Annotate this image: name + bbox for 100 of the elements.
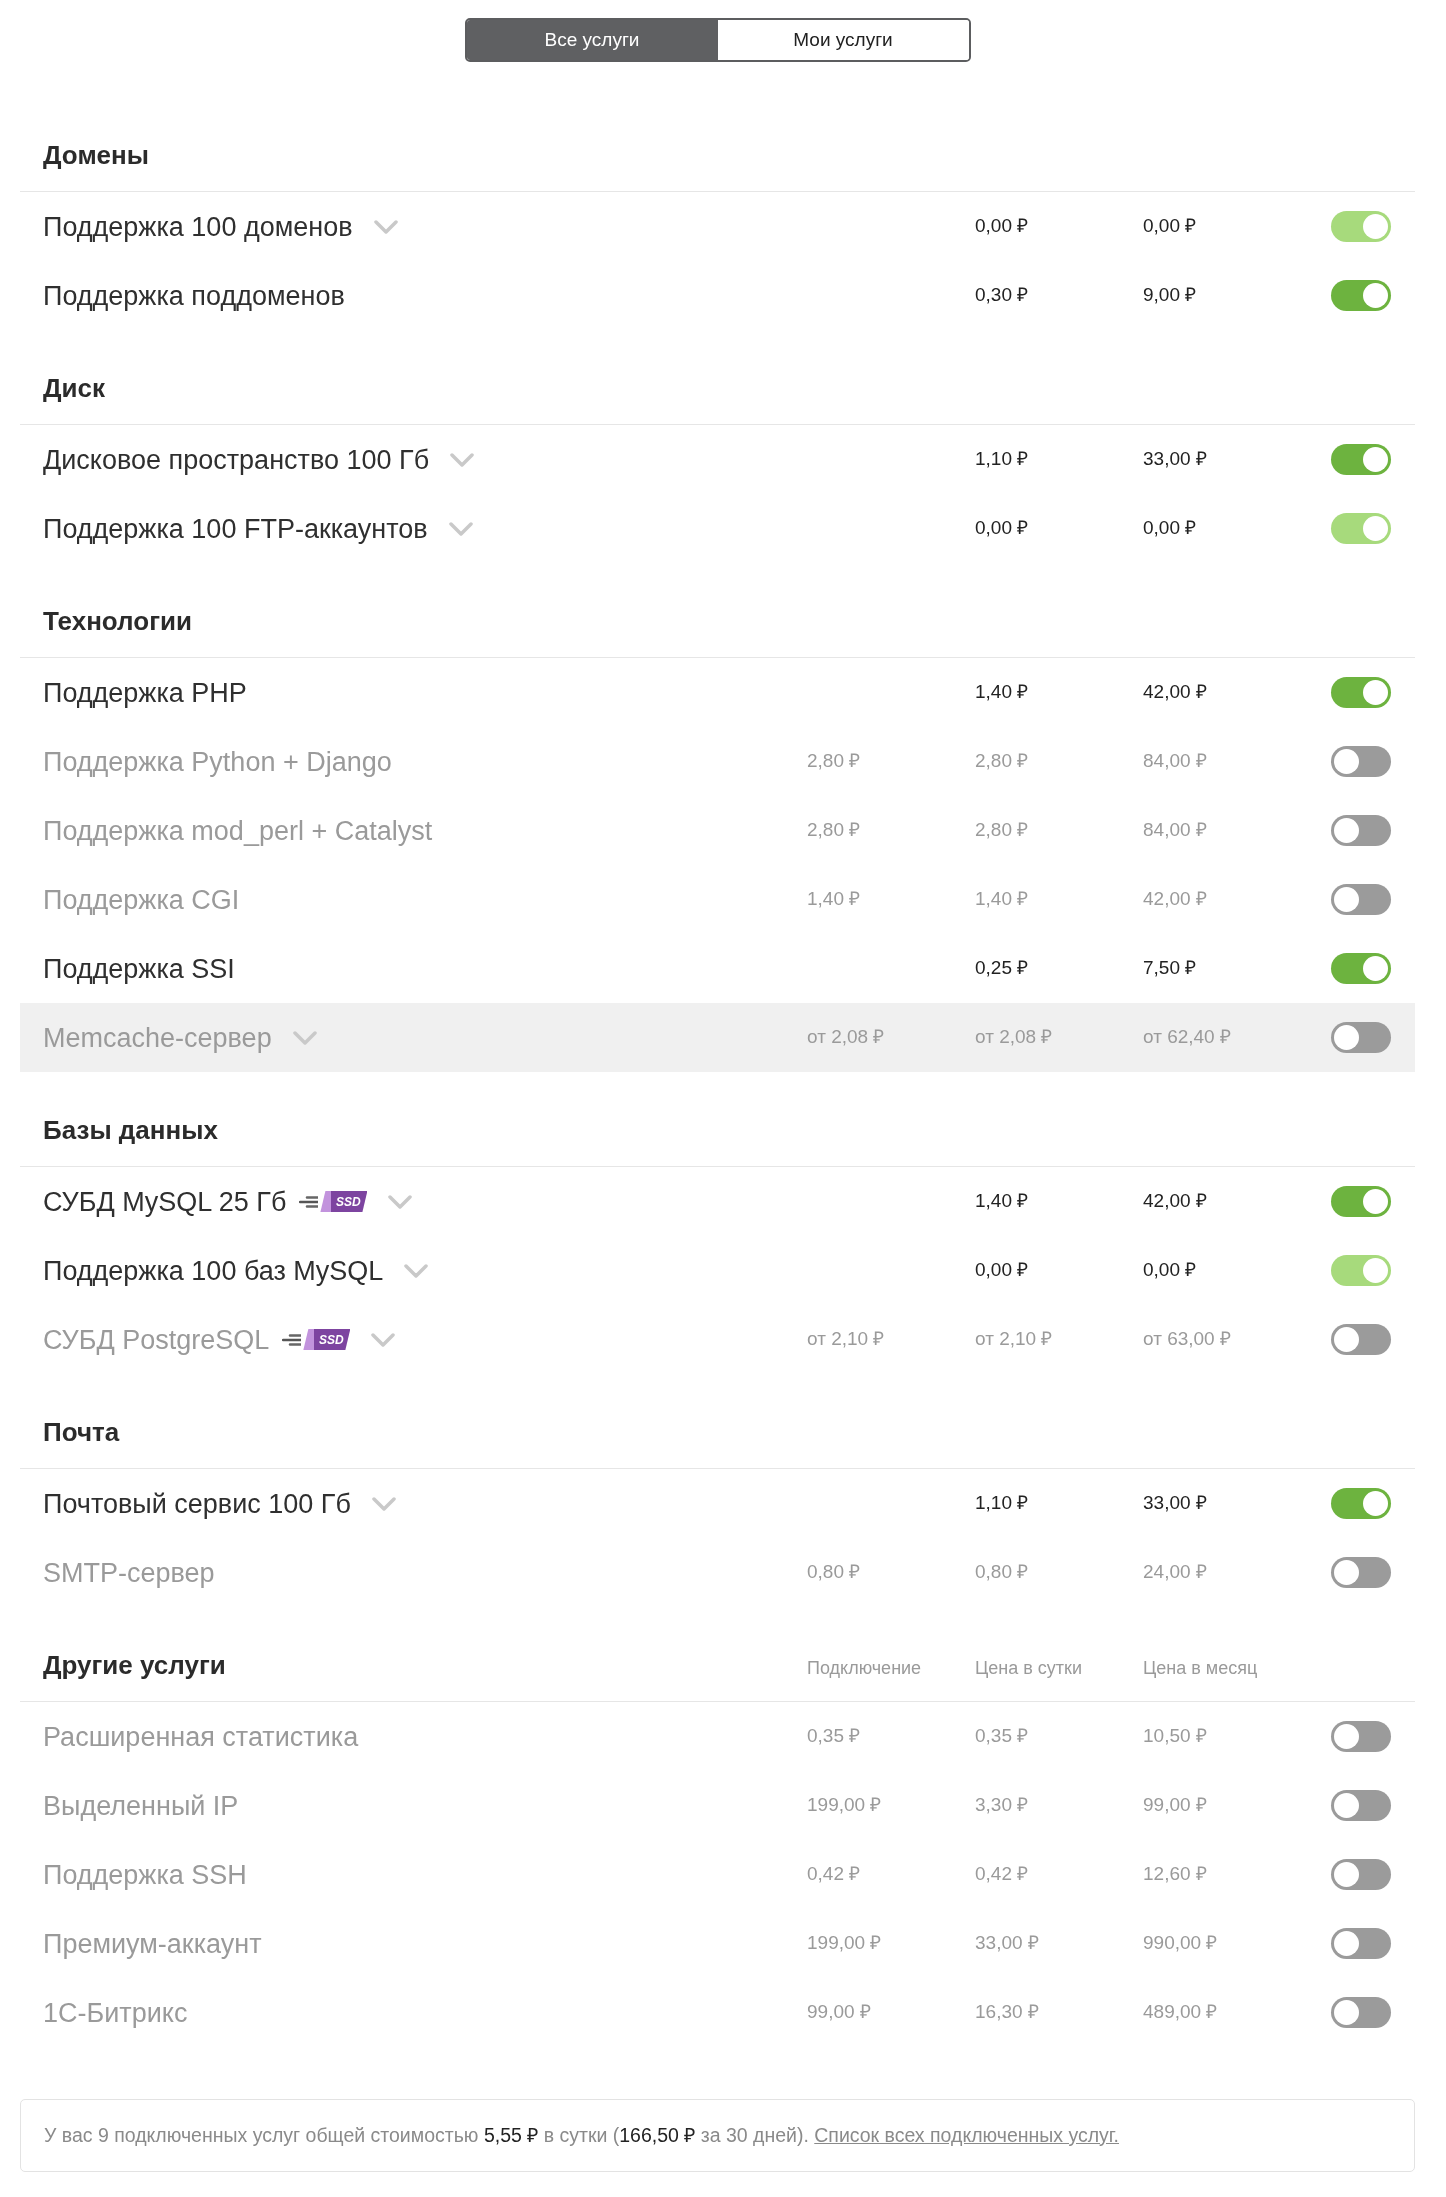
daily-price: 16,30 ₽ [975, 2001, 1039, 2023]
daily-price: 2,80 ₽ [975, 819, 1029, 841]
monthly-price: 0,00 ₽ [1143, 517, 1197, 539]
speed-lines-icon [282, 1333, 302, 1346]
connection-price: 1,40 ₽ [807, 888, 861, 910]
chevron-down-icon[interactable] [292, 1030, 317, 1045]
daily-price: 0,30 ₽ [975, 284, 1029, 306]
service-name: Поддержка PHP [43, 676, 247, 710]
toggle-switch[interactable] [1331, 884, 1391, 915]
service-name: SMTP-сервер [43, 1556, 215, 1590]
section-title: Почта [43, 1416, 120, 1448]
toggle-switch[interactable] [1331, 953, 1391, 984]
service-name: Выделенный IP [43, 1789, 239, 1823]
column-heading: Цена в сутки [975, 1657, 1082, 1680]
monthly-price: от 63,00 ₽ [1143, 1328, 1231, 1350]
service-name: 1С-Битрикс [43, 1996, 188, 2030]
daily-price: 0,25 ₽ [975, 957, 1029, 979]
toggle-switch[interactable] [1331, 1557, 1391, 1588]
service-name: Memcache-сервер [43, 1021, 272, 1055]
connection-price: от 2,10 ₽ [807, 1328, 885, 1350]
connection-price: 0,80 ₽ [807, 1561, 861, 1583]
monthly-price: 42,00 ₽ [1143, 1190, 1207, 1212]
summary-text: У вас 9 подключенных услуг общей стоимостью 5,55 ₽ в сутки (166,50 ₽ за 30 дней). Список всех подключенных услуг. [44, 2122, 1119, 2148]
monthly-price: 99,00 ₽ [1143, 1794, 1207, 1816]
tab[interactable]: Все услуги [466, 20, 718, 60]
speed-lines-icon [299, 1195, 319, 1208]
monthly-price: 7,50 ₽ [1143, 957, 1197, 979]
service-name: СУБД MySQL 25 Гб [43, 1185, 287, 1219]
connection-price: от 2,08 ₽ [807, 1026, 885, 1048]
column-heading: Подключение [807, 1657, 922, 1680]
section-title: Диск [43, 372, 105, 404]
daily-price: 1,10 ₽ [975, 1492, 1029, 1514]
service-name: Дисковое пространство 100 Гб [43, 443, 430, 477]
connection-price: 2,80 ₽ [807, 819, 861, 841]
chevron-down-icon[interactable] [388, 1194, 413, 1209]
service-name: Поддержка 100 FTP-аккаунтов [43, 512, 428, 546]
toggle-switch[interactable] [1331, 1488, 1391, 1519]
chevron-down-icon[interactable] [371, 1496, 396, 1511]
service-name: Поддержка 100 доменов [43, 210, 353, 244]
monthly-price: 42,00 ₽ [1143, 888, 1207, 910]
toggle-switch[interactable] [1331, 1721, 1391, 1752]
daily-price: 1,10 ₽ [975, 448, 1029, 470]
service-name: Поддержка Python + Django [43, 745, 392, 779]
service-name: Премиум-аккаунт [43, 1927, 262, 1961]
toggle-switch[interactable] [1331, 746, 1391, 777]
monthly-price: 9,00 ₽ [1143, 284, 1197, 306]
chevron-down-icon[interactable] [371, 1332, 396, 1347]
daily-price: 33,00 ₽ [975, 1932, 1039, 1954]
toggle-switch[interactable] [1331, 677, 1391, 708]
daily-price: от 2,10 ₽ [975, 1328, 1053, 1350]
toggle-switch[interactable] [1331, 1859, 1391, 1890]
daily-price: 0,00 ₽ [975, 1259, 1029, 1281]
monthly-price: 84,00 ₽ [1143, 750, 1207, 772]
monthly-price: от 62,40 ₽ [1143, 1026, 1231, 1048]
section-title: Другие услуги [43, 1649, 226, 1681]
daily-price: 1,40 ₽ [975, 681, 1029, 703]
daily-price: от 2,08 ₽ [975, 1026, 1053, 1048]
ssd-badge: SSD [303, 1329, 351, 1350]
daily-price: 0,00 ₽ [975, 215, 1029, 237]
monthly-price: 0,00 ₽ [1143, 1259, 1197, 1281]
daily-price: 1,40 ₽ [975, 888, 1029, 910]
monthly-price: 33,00 ₽ [1143, 448, 1207, 470]
services-list-link[interactable]: Список всех подключенных услуг. [814, 2123, 1119, 2146]
monthly-price: 10,50 ₽ [1143, 1725, 1207, 1747]
section-title: Домены [43, 139, 149, 171]
service-name: Поддержка SSI [43, 952, 235, 986]
section-title: Технологии [43, 605, 192, 637]
service-name: Почтовый сервис 100 Гб [43, 1487, 351, 1521]
section-title: Базы данных [43, 1114, 218, 1146]
connection-price: 0,35 ₽ [807, 1725, 861, 1747]
service-name: СУБД PostgreSQL [43, 1323, 270, 1357]
daily-price: 3,30 ₽ [975, 1794, 1029, 1816]
monthly-price: 489,00 ₽ [1143, 2001, 1218, 2023]
connection-price: 2,80 ₽ [807, 750, 861, 772]
toggle-switch[interactable] [1331, 1928, 1391, 1959]
monthly-price: 0,00 ₽ [1143, 215, 1197, 237]
toggle-switch[interactable] [1331, 1790, 1391, 1821]
service-name: Поддержка SSH [43, 1858, 247, 1892]
chevron-down-icon[interactable] [450, 452, 475, 467]
toggle-switch[interactable] [1331, 280, 1391, 311]
connection-price: 0,42 ₽ [807, 1863, 861, 1885]
toggle-switch[interactable] [1331, 1186, 1391, 1217]
monthly-price: 990,00 ₽ [1143, 1932, 1218, 1954]
connection-price: 99,00 ₽ [807, 2001, 871, 2023]
daily-price: 2,80 ₽ [975, 750, 1029, 772]
ssd-badge: SSD [320, 1191, 368, 1212]
daily-price: 0,35 ₽ [975, 1725, 1029, 1747]
service-name: Поддержка поддоменов [43, 279, 345, 313]
toggle-switch[interactable] [1331, 815, 1391, 846]
monthly-price: 12,60 ₽ [1143, 1863, 1207, 1885]
daily-price: 0,00 ₽ [975, 517, 1029, 539]
toggle-switch[interactable] [1331, 1997, 1391, 2028]
service-name: Поддержка CGI [43, 883, 240, 917]
service-name: Поддержка mod_perl + Catalyst [43, 814, 433, 848]
connection-price: 199,00 ₽ [807, 1932, 882, 1954]
toggle-switch[interactable] [1331, 1324, 1391, 1355]
service-name: Расширенная статистика [43, 1720, 359, 1754]
daily-price: 0,42 ₽ [975, 1863, 1029, 1885]
toggle-switch[interactable] [1331, 444, 1391, 475]
toggle-switch[interactable] [1331, 1022, 1391, 1053]
